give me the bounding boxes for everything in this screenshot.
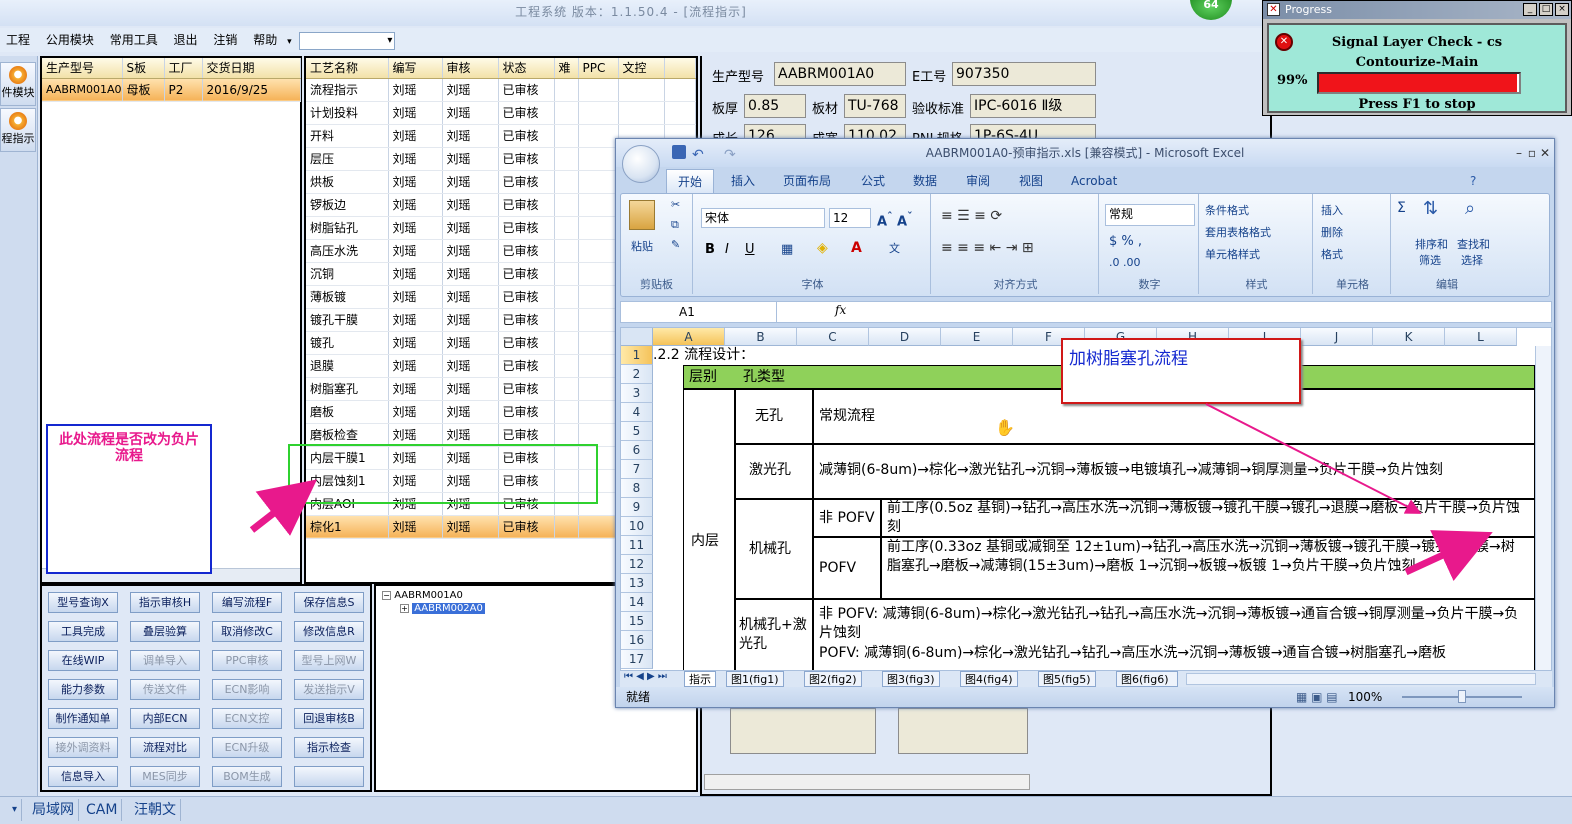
status-user: 汪朝文 bbox=[130, 799, 181, 821]
chevron-down-icon[interactable]: ▾ bbox=[8, 799, 23, 821]
status-network: 局域网 bbox=[28, 799, 79, 821]
annotation-arrows bbox=[249, 403, 1493, 581]
arrow-callout bbox=[1205, 403, 1422, 514]
status-cam: CAM bbox=[82, 799, 123, 821]
arrow-pofv bbox=[1404, 530, 1493, 581]
bottom-status-bar: ▾ 局域网 CAM 汪朝文 bbox=[0, 796, 1572, 824]
arrow-left bbox=[249, 479, 318, 536]
